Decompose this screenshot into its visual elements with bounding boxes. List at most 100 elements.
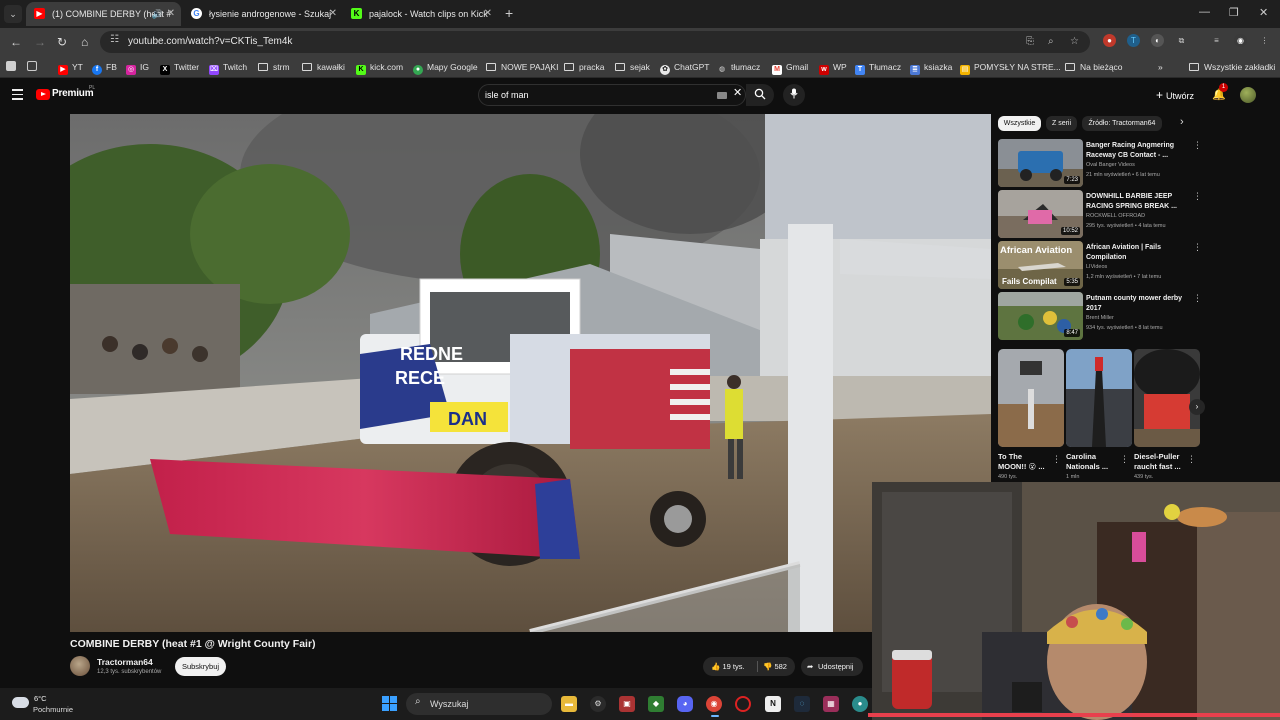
bookmark-mapy[interactable]: ● Mapy Google bbox=[413, 56, 478, 78]
hamburger-menu-icon[interactable] bbox=[12, 89, 23, 103]
dislike-button[interactable]: 👎 582 bbox=[763, 657, 787, 676]
more-options-icon[interactable]: ⋮ bbox=[1193, 242, 1202, 253]
close-tab-icon[interactable]: ✕ bbox=[329, 2, 337, 26]
video-thumbnail[interactable]: African Aviation Fails Compilat 5:35 bbox=[998, 241, 1083, 289]
settings-gear-icon[interactable]: ⚙ bbox=[590, 696, 606, 712]
back-icon[interactable]: ← bbox=[10, 34, 22, 50]
tab-youtube[interactable]: ▶ (1) COMBINE DERBY (heat # 🔊 ✕ bbox=[26, 2, 181, 26]
notion-icon[interactable]: N bbox=[765, 696, 781, 712]
tab-search-menu-icon[interactable]: ⌄ bbox=[4, 5, 22, 23]
bookmark-tlumacz-2[interactable]: T Tłumacz bbox=[855, 56, 901, 78]
tab-kick[interactable]: K pajalock - Watch clips on Kick ✕ bbox=[343, 2, 498, 26]
photo-app-icon[interactable]: ▣ bbox=[619, 696, 635, 712]
recommended-video[interactable]: 10:52 DOWNHILL BARBIE JEEP RACING SPRING… bbox=[998, 190, 1203, 238]
bookmark-tlumacz[interactable]: ◍ tłumacz bbox=[717, 56, 760, 78]
recommended-channel[interactable]: Oval Banger Videos bbox=[1086, 162, 1135, 168]
more-options-icon[interactable]: ⋮ bbox=[1193, 191, 1202, 202]
translate-extension-icon[interactable]: T bbox=[1127, 34, 1140, 47]
app-icon[interactable]: ● bbox=[852, 696, 868, 712]
bookmark-twitch[interactable]: ⌧ Twitch bbox=[209, 56, 247, 78]
bookmark-twitter[interactable]: X Twitter bbox=[160, 56, 199, 78]
bookmark-kawalki[interactable]: kawałki bbox=[302, 56, 345, 78]
weather-temp[interactable]: 6°C bbox=[34, 694, 47, 703]
short-thumbnail[interactable] bbox=[998, 349, 1064, 447]
video-player[interactable]: REDNE RECE DAN bbox=[70, 114, 991, 632]
video-thumbnail[interactable]: 8:47 bbox=[998, 292, 1083, 340]
chevron-right-icon[interactable]: › bbox=[1180, 116, 1184, 128]
media-control-icon[interactable]: ≡ bbox=[1210, 34, 1223, 47]
file-explorer-icon[interactable]: ▬ bbox=[561, 696, 577, 712]
more-options-icon[interactable]: ⋮ bbox=[1187, 454, 1196, 465]
apps-grid-icon[interactable] bbox=[6, 56, 20, 78]
voice-search-button[interactable] bbox=[783, 84, 805, 106]
keyboard-icon[interactable] bbox=[717, 92, 727, 99]
bookmark-wp[interactable]: w WP bbox=[819, 56, 847, 78]
close-window-icon[interactable]: ✕ bbox=[1259, 6, 1268, 19]
recommended-title[interactable]: DOWNHILL BARBIE JEEP RACING SPRING BREAK… bbox=[1086, 192, 1190, 212]
bookmark-chatgpt[interactable]: ✿ ChatGPT bbox=[660, 56, 709, 78]
zoom-icon[interactable]: ⌕ bbox=[1048, 36, 1054, 48]
short-thumbnail[interactable] bbox=[1134, 349, 1200, 447]
browser-menu-icon[interactable]: ⋮ bbox=[1258, 34, 1271, 47]
new-tab-icon[interactable]: + bbox=[505, 5, 513, 21]
short-title[interactable]: Diesel-Puller raucht fast ... bbox=[1134, 452, 1188, 472]
bookmark-yt[interactable]: ▶ YT bbox=[58, 56, 83, 78]
url-text[interactable]: youtube.com/watch?v=CKTis_Tem4k bbox=[128, 31, 292, 53]
site-info-icon[interactable]: ☷ bbox=[110, 34, 119, 45]
app-icon[interactable]: ▦ bbox=[823, 696, 839, 712]
reload-icon[interactable]: ↻ bbox=[57, 34, 67, 50]
search-button[interactable] bbox=[746, 84, 774, 106]
shield-app-icon[interactable]: ◆ bbox=[648, 696, 664, 712]
bookmark-fb[interactable]: f FB bbox=[92, 56, 117, 78]
bookmark-gmail[interactable]: M Gmail bbox=[772, 56, 808, 78]
steam-icon[interactable]: ◌ bbox=[794, 696, 810, 712]
chrome-icon[interactable]: ◉ bbox=[706, 696, 722, 712]
forward-icon[interactable]: → bbox=[34, 34, 46, 50]
home-icon[interactable]: ⌂ bbox=[81, 34, 88, 50]
more-options-icon[interactable]: ⋮ bbox=[1120, 454, 1129, 465]
bookmark-star-icon[interactable]: ☆ bbox=[1070, 36, 1079, 48]
recommended-video[interactable]: African Aviation Fails Compilat 5:35 Afr… bbox=[998, 241, 1203, 289]
short-thumbnail[interactable] bbox=[1066, 349, 1132, 447]
discord-icon[interactable]: ◕ bbox=[677, 696, 693, 712]
short-title[interactable]: To The MOON!! 😮 ... bbox=[998, 452, 1052, 472]
opera-icon[interactable] bbox=[735, 696, 751, 712]
recommended-video[interactable]: 7:23 Banger Racing Angmering Raceway CB … bbox=[998, 139, 1203, 187]
youtube-logo-icon[interactable] bbox=[36, 89, 50, 100]
chip-source[interactable]: Źródło: Tractorman64 bbox=[1082, 116, 1162, 131]
taskbar-search[interactable]: ⌕ Wyszukaj bbox=[406, 693, 552, 715]
bookmark-kick[interactable]: Kkick.com bbox=[356, 56, 403, 78]
all-bookmarks[interactable]: Wszystkie zakładki bbox=[1189, 56, 1275, 78]
cloud-icon[interactable] bbox=[12, 697, 29, 708]
close-tab-icon[interactable]: ✕ bbox=[484, 2, 492, 26]
bookmark-na-biezaco[interactable]: Na bieżąco bbox=[1065, 56, 1123, 78]
bookmark-sejak[interactable]: sejak bbox=[615, 56, 650, 78]
tab-audio-icon[interactable]: 🔊 bbox=[152, 2, 163, 26]
share-button[interactable]: ➦ Udostępnij bbox=[801, 657, 863, 676]
windows-start-icon[interactable] bbox=[382, 696, 398, 712]
tab-groups-icon[interactable] bbox=[27, 56, 41, 78]
bookmark-ksiazka[interactable]: ≣ ksiazka bbox=[910, 56, 952, 78]
recommended-title[interactable]: Banger Racing Angmering Raceway CB Conta… bbox=[1086, 141, 1190, 161]
youtube-premium-logo[interactable]: Premium bbox=[52, 88, 94, 99]
account-avatar[interactable] bbox=[1240, 87, 1256, 103]
chip-series[interactable]: Z serii bbox=[1046, 116, 1077, 131]
more-options-icon[interactable]: ⋮ bbox=[1193, 140, 1202, 151]
address-bar[interactable]: ☷ youtube.com/watch?v=CKTis_Tem4k ⎘ ⌕ ☆ bbox=[100, 31, 1090, 53]
bookmarks-overflow-icon[interactable]: » bbox=[1158, 56, 1163, 78]
search-input[interactable]: isle of man bbox=[485, 85, 529, 105]
record-extension-icon[interactable]: ● bbox=[1103, 34, 1116, 47]
chip-all[interactable]: Wszystkie bbox=[998, 116, 1041, 131]
short-title[interactable]: Carolina Nationals ... bbox=[1066, 452, 1120, 472]
weather-condition[interactable]: Pochmurnie bbox=[33, 705, 73, 714]
close-tab-icon[interactable]: ✕ bbox=[167, 2, 175, 26]
recommended-title[interactable]: African Aviation | Fails Compilation bbox=[1086, 243, 1190, 263]
subscribe-button[interactable]: Subskrybuj bbox=[175, 657, 226, 676]
bookmark-ig[interactable]: ◎ IG bbox=[126, 56, 149, 78]
chevron-right-icon[interactable]: › bbox=[1189, 399, 1205, 415]
like-button[interactable]: 👍 19 tys. bbox=[711, 657, 745, 676]
recommended-channel[interactable]: ROCKWELL OFFROAD bbox=[1086, 213, 1145, 219]
recommended-channel[interactable]: Brent Miller bbox=[1086, 315, 1114, 321]
search-box[interactable]: isle of man ✕ bbox=[478, 84, 746, 106]
video-thumbnail[interactable]: 10:52 bbox=[998, 190, 1083, 238]
